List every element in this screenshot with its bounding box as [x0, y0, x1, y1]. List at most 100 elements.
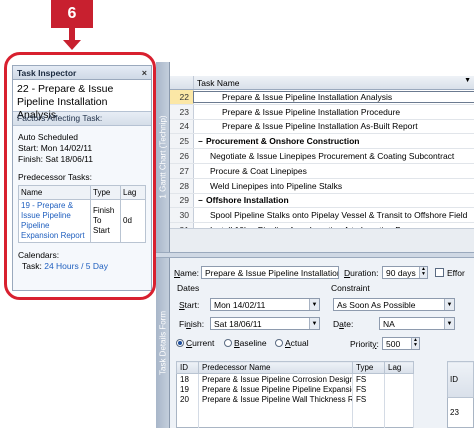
row-id[interactable]: 28	[170, 178, 194, 193]
predecessor-grid: ID Predecessor Name Type Lag 18 Prepare &…	[176, 360, 414, 428]
constraint-date-field[interactable]: NA ▼	[379, 317, 455, 330]
pred-col-name: Name	[18, 185, 91, 200]
name-label: Name:	[174, 268, 200, 278]
task-name-label: Prepare & Issue Pipeline Installation Pr…	[222, 106, 401, 117]
table-row[interactable]: 23 Prepare & Issue Pipeline Installation …	[170, 104, 474, 120]
radio-actual[interactable]: Actual	[275, 338, 309, 348]
inspector-predecessor-table: Name Type Lag 19 - Prepare & Issue Pipel…	[18, 185, 146, 243]
pred-cell-lag[interactable]	[384, 373, 414, 385]
task-name-cell[interactable]: − Procurement & Onshore Construction	[194, 136, 474, 146]
task-name-cell[interactable]: Procure & Coat Linepipes	[194, 166, 474, 176]
task-inspector-header: Task Inspector ×	[13, 66, 151, 80]
collapse-icon[interactable]: −	[198, 196, 206, 205]
effort-driven-checkbox[interactable]	[435, 268, 444, 277]
task-name-cell[interactable]: Spool Pipeline Stalks onto Pipelay Vesse…	[194, 210, 474, 220]
task-name-cell[interactable]: Negotiate & Issue Linepipes Procurement …	[194, 151, 474, 161]
row-id[interactable]: 26	[170, 149, 194, 163]
duration-spinner[interactable]: ▲ ▼	[419, 267, 427, 278]
constraint-date-dropdown-icon[interactable]: ▼	[444, 318, 454, 329]
task-name-field[interactable]: Prepare & Issue Pipeline Installation Ar	[201, 266, 339, 279]
succ-cell-id[interactable]: 23	[448, 398, 474, 428]
task-name-label: Offshore Installation	[206, 195, 289, 206]
pred-cell-lag[interactable]	[384, 394, 414, 405]
row-id[interactable]: 22	[170, 90, 194, 104]
finish-dropdown-icon[interactable]: ▼	[309, 318, 319, 329]
radio-current-icon[interactable]	[176, 339, 184, 347]
table-row[interactable]: 22 Prepare & Issue Pipeline Installation …	[170, 90, 474, 105]
pred-cell-lag[interactable]	[384, 384, 414, 395]
radio-current[interactable]: Current	[176, 338, 214, 348]
constraint-type-field[interactable]: As Soon As Possible ▼	[333, 298, 455, 311]
table-row[interactable]: 18 Prepare & Issue Pipeline Corrosion Des…	[176, 373, 414, 385]
finish-label: Finish:	[179, 319, 205, 329]
radio-baseline[interactable]: Baseline	[224, 338, 267, 348]
factors-affecting-task-label: Factors Affecting Task:	[13, 112, 151, 126]
task-calendar-link[interactable]: 24 Hours / 5 Day	[44, 261, 108, 271]
task-name-cell[interactable]: − Offshore Installation	[194, 195, 474, 205]
task-name-label: Prepare & Issue Pipeline Installation An…	[222, 91, 393, 102]
grid-top-blank	[170, 62, 474, 76]
table-row[interactable]: 23	[448, 398, 474, 428]
task-name-cell[interactable]: Prepare & Issue Pipeline Installation An…	[193, 90, 474, 103]
row-id[interactable]: 24	[170, 119, 194, 134]
select-all-cell[interactable]	[170, 76, 194, 89]
inspected-task-title: 22 - Prepare & Issue Pipeline Installati…	[13, 80, 151, 121]
table-row[interactable]: 29− Offshore Installation	[170, 193, 474, 209]
pred-lag: 0d	[120, 199, 146, 243]
row-id[interactable]: 29	[170, 193, 194, 208]
pred-type: Finish To Start	[90, 199, 121, 243]
inspector-finish: Finish: Sat 18/06/11	[18, 154, 93, 164]
pred-cell-name[interactable]: Prepare & Issue Pipeline Wall Thickness …	[198, 394, 353, 405]
row-id[interactable]: 23	[170, 104, 194, 119]
duration-field[interactable]: 90 days ▲ ▼	[382, 266, 428, 279]
gantt-view-bar[interactable]: 1 Gantt Chart (Technip)	[156, 62, 170, 252]
start-dropdown-icon[interactable]: ▼	[309, 299, 319, 310]
pred-cell-id[interactable]: 19	[176, 384, 199, 395]
table-row[interactable]: 26 Negotiate & Issue Linepipes Procuremen…	[170, 149, 474, 164]
table-row[interactable]: 30 Spool Pipeline Stalks onto Pipelay Ves…	[170, 208, 474, 224]
table-row[interactable]: 28 Weld Linepipes into Pipeline Stalks	[170, 178, 474, 194]
task-details-form: Name: Prepare & Issue Pipeline Installat…	[170, 258, 474, 428]
task-inspector-panel: Task Inspector × 22 - Prepare & Issue Pi…	[12, 65, 152, 291]
column-dropdown-icon[interactable]: ▼	[464, 77, 471, 84]
constraint-date-label: Date:	[333, 319, 354, 329]
pred-cell-name[interactable]: Prepare & Issue Pipeline Corrosion Desig…	[198, 373, 353, 385]
pred-cell-id[interactable]: 18	[176, 373, 199, 385]
pred-cell-id[interactable]: 20	[176, 394, 199, 405]
table-row[interactable]: 27 Procure & Coat Linepipes	[170, 163, 474, 179]
duration-label: Duration:	[344, 268, 379, 278]
predecessor-link[interactable]: 19 - Prepare & Issue Pipeline Pipeline E…	[21, 201, 85, 240]
task-name-column-header[interactable]: Task Name ▼	[194, 76, 474, 89]
row-id[interactable]: 25	[170, 134, 194, 149]
row-id[interactable]: 30	[170, 208, 194, 223]
pred-cell-type[interactable]: FS	[352, 394, 385, 405]
close-icon[interactable]: ×	[142, 68, 147, 78]
row-id[interactable]: 27	[170, 163, 194, 178]
pred-cell-name[interactable]: Prepare & Issue Pipeline Pipeline Expans…	[198, 384, 353, 395]
collapse-icon[interactable]: −	[198, 137, 206, 146]
predecessor-tasks-label: Predecessor Tasks:	[18, 172, 93, 182]
table-row[interactable]: 25− Procurement & Onshore Construction	[170, 134, 474, 150]
radio-baseline-icon[interactable]	[224, 339, 232, 347]
priority-field[interactable]: 500 ▲ ▼	[382, 337, 420, 350]
finish-field[interactable]: Sat 18/06/11 ▼	[210, 317, 320, 330]
task-name-cell[interactable]: Prepare & Issue Pipeline Installation Pr…	[194, 107, 474, 117]
table-row[interactable]: 24 Prepare & Issue Pipeline Installation …	[170, 119, 474, 135]
succ-grid-col-id: ID	[447, 361, 474, 398]
task-name-label: Weld Linepipes into Pipeline Stalks	[210, 180, 343, 191]
task-name-cell[interactable]: Weld Linepipes into Pipeline Stalks	[194, 181, 474, 191]
priority-label: Priority:	[350, 339, 379, 349]
task-name-label: Procurement & Onshore Construction	[206, 136, 360, 147]
successor-grid: ID 23	[447, 361, 474, 428]
radio-actual-icon[interactable]	[275, 339, 283, 347]
pred-cell-type[interactable]: FS	[352, 384, 385, 395]
task-details-view-bar[interactable]: Task Details Form	[156, 258, 170, 428]
pred-grid-col-id: ID	[176, 360, 199, 375]
task-name-cell[interactable]: Prepare & Issue Pipeline Installation As…	[194, 121, 474, 131]
start-field[interactable]: Mon 14/02/11 ▼	[210, 298, 320, 311]
table-row[interactable]: 19 Prepare & Issue Pipeline Pipeline Expa…	[176, 384, 414, 395]
priority-spinner[interactable]: ▲ ▼	[411, 338, 419, 349]
table-row[interactable]: 20 Prepare & Issue Pipeline Wall Thicknes…	[176, 394, 414, 405]
constraint-dropdown-icon[interactable]: ▼	[444, 299, 454, 310]
pred-cell-type[interactable]: FS	[352, 373, 385, 385]
